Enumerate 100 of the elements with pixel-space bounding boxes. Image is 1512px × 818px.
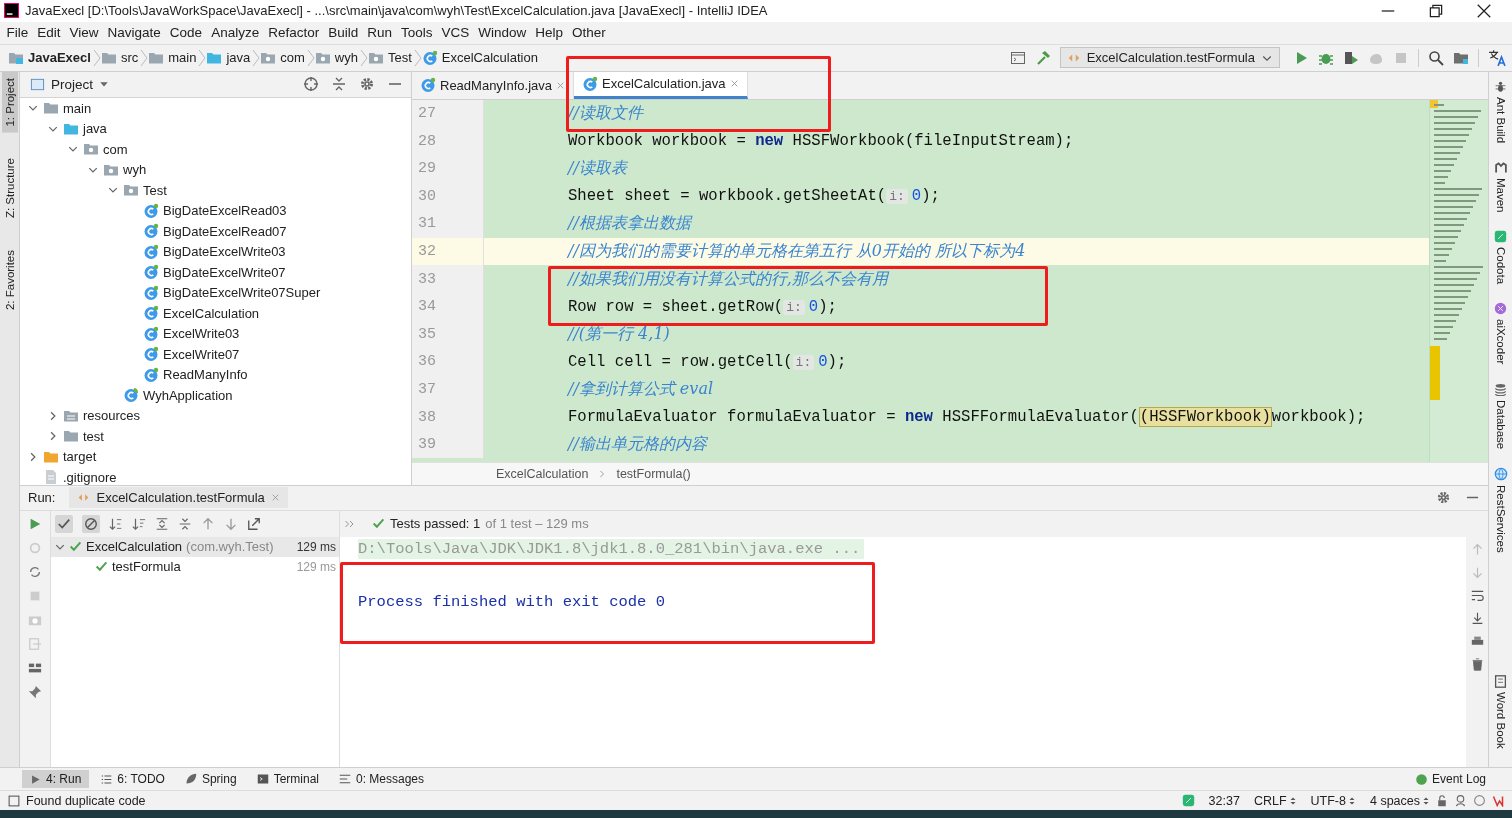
breadcrumb-item[interactable]: com [280,50,305,66]
tree-item[interactable]: BigDateExcelWrite03 [163,244,286,259]
notification-icon[interactable] [1473,794,1486,808]
tree-item[interactable]: test [83,428,104,444]
status-toggle-icon[interactable] [8,794,20,807]
line-separator[interactable]: CRLF [1253,793,1287,808]
run-configuration-dropdown[interactable]: ExcelCalculation.testFormula [1059,47,1280,69]
test-name[interactable]: testFormula [112,559,181,575]
tool-window-button[interactable]: 1: Project [1,71,18,133]
coverage-icon[interactable] [1343,49,1359,66]
window-icon[interactable] [1009,49,1026,66]
menu-item[interactable]: Build [323,25,363,41]
print-icon[interactable] [1470,634,1484,648]
indent-setting[interactable]: 4 spaces [1369,793,1420,808]
tree-item[interactable]: .gitignore [63,469,117,485]
menu-item[interactable]: Other [567,25,611,41]
menu-item[interactable]: View [65,25,104,41]
menu-item[interactable]: Tools [396,25,437,41]
tree-item[interactable]: ExcelWrite07 [163,346,240,362]
tree-item[interactable]: ExcelWrite03 [163,326,240,341]
show-ignored-icon[interactable] [84,516,98,531]
panel-title[interactable]: Project [51,76,94,92]
cursor-position[interactable]: 32:37 [1208,793,1240,808]
menu-item[interactable]: Code [165,25,207,41]
tool-window-tab[interactable]: Spring [176,770,245,789]
lock-icon[interactable] [1436,794,1448,807]
tool-window-button[interactable]: RestServices [1494,485,1507,553]
menu-item[interactable]: File [2,25,33,41]
trash-icon[interactable] [1470,657,1484,671]
tool-window-tab[interactable]: 6: TODO [93,770,173,789]
tree-item[interactable]: com [103,141,128,157]
sort-duration-icon[interactable] [132,516,146,531]
menu-item[interactable]: Help [530,25,568,41]
tree-item[interactable]: ExcelCalculation [163,305,260,321]
tool-window-button[interactable]: Codota [1494,247,1507,285]
locate-icon[interactable] [303,76,319,93]
menu-item[interactable]: VCS [437,25,474,41]
menu-item[interactable]: Navigate [103,25,166,41]
tree-item[interactable]: resources [83,408,141,423]
breadcrumb-item[interactable]: java [226,50,251,66]
tool-window-tab[interactable]: 4: Run [22,770,90,789]
file-encoding[interactable]: UTF-8 [1310,793,1346,808]
editor-tab[interactable]: ExcelCalculation.java [574,71,748,99]
menu-item[interactable]: Window [473,25,531,41]
plugin-icon[interactable] [1492,794,1504,807]
tree-item[interactable]: wyh [123,162,147,177]
search-icon[interactable] [1428,49,1444,66]
tree-item[interactable]: BigDateExcelRead03 [163,203,287,218]
breadcrumb-item[interactable]: JavaExecl [28,50,91,66]
tool-window-button[interactable]: Maven [1494,177,1507,213]
tool-window-tab[interactable]: 0: Messages [331,770,433,789]
settings-icon[interactable] [359,76,375,93]
export-icon[interactable] [247,516,261,531]
tree-item[interactable]: java [83,121,107,136]
settings-icon[interactable] [1436,490,1451,506]
tree-item[interactable]: BigDateExcelWrite07 [163,264,286,280]
pin-icon[interactable] [28,684,42,699]
sort-alpha-icon[interactable] [109,516,123,531]
breadcrumb-item[interactable]: src [120,50,139,66]
line-number: 39 [418,436,436,454]
tool-window-button[interactable]: Word Book [1494,692,1507,750]
tool-window-button[interactable]: 2: Favorites [1,244,18,317]
tree-item[interactable]: WyhApplication [143,387,233,403]
menu-item[interactable]: Edit [32,25,66,41]
tree-item[interactable]: BigDateExcelWrite07Super [163,285,321,300]
breadcrumb-item[interactable]: ExcelCalculation [441,50,538,66]
tool-window-tab[interactable]: Terminal [248,770,327,789]
tree-item[interactable]: ReadManyInfo [163,367,248,382]
rerun-icon[interactable] [28,516,42,531]
tool-window-button[interactable]: Ant Build [1494,96,1507,143]
collapse-all-icon[interactable] [178,516,192,531]
tree-item[interactable]: Test [143,182,167,198]
codota-icon[interactable] [1181,794,1195,808]
collapse-all-icon[interactable] [331,76,347,93]
breadcrumb-item[interactable]: testFormula() [616,466,691,481]
show-passed-icon[interactable] [57,516,71,531]
tool-window-button[interactable]: Database [1494,399,1507,450]
toggle-auto-test-icon[interactable] [28,564,42,579]
test-name[interactable]: ExcelCalculation [86,539,183,555]
breadcrumb-item[interactable]: main [168,50,197,66]
menu-item[interactable]: Run [362,25,397,41]
tool-window-button[interactable]: aiXcoder [1494,319,1507,365]
menu-item[interactable]: Refactor [263,25,324,41]
soft-wrap-icon[interactable] [1470,588,1484,602]
scroll-to-end-icon[interactable] [1470,611,1484,625]
tree-item[interactable]: target [63,449,97,464]
tree-item[interactable]: main [63,100,92,116]
breadcrumb-item[interactable]: Test [388,50,412,66]
run-tab[interactable]: ExcelCalculation.testFormula [69,487,288,509]
status-message: Found duplicate code [26,793,146,808]
breadcrumb-item[interactable]: wyh [334,50,358,66]
tool-window-button[interactable]: Z: Structure [1,152,18,225]
leaf-icon [184,773,197,786]
tree-item[interactable]: BigDateExcelRead07 [163,223,287,239]
event-log-button[interactable]: Event Log [1431,772,1486,787]
inspector-icon[interactable] [1454,794,1467,808]
menu-item[interactable]: Analyze [206,25,264,41]
translate-icon[interactable] [1488,48,1506,67]
breadcrumb-item[interactable]: ExcelCalculation [496,466,589,481]
expand-all-icon[interactable] [155,516,169,531]
